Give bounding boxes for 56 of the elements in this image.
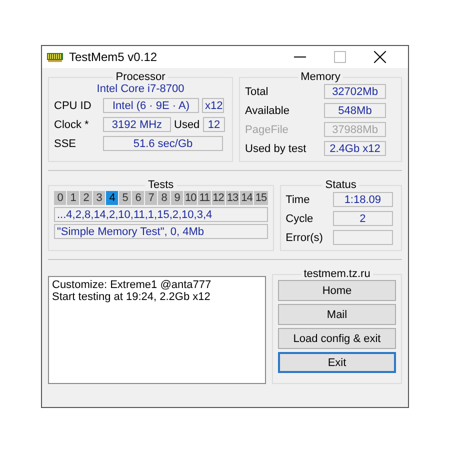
test-cell: 14 — [240, 191, 254, 205]
window-title: TestMem5 v0.12 — [69, 50, 158, 64]
clock-field: 3192 MHz — [103, 117, 171, 132]
close-icon[interactable] — [374, 51, 386, 63]
group-title: Processor — [114, 71, 166, 83]
test-cell: 6 — [132, 191, 144, 205]
field-label: Cycle — [286, 212, 314, 224]
status-field: 1:18.09 — [332, 192, 393, 207]
log-line: Start testing at 19:24, 2.2Gb x12 — [52, 291, 212, 303]
field-label: Available — [245, 104, 290, 116]
test-cell: 9 — [171, 191, 183, 205]
memory-field: 2.4Gb x12 — [324, 141, 386, 156]
group-title: Status — [324, 179, 358, 191]
test-cell: 13 — [226, 191, 240, 205]
threads-field: x12 — [202, 98, 224, 113]
field-label: PageFile — [245, 124, 290, 136]
test-cell: 2 — [80, 191, 92, 205]
test-cell: 5 — [119, 191, 131, 205]
sse-field: 51.6 sec/Gb — [103, 136, 223, 151]
memory-field: 548Mb — [324, 103, 386, 118]
status-field: 2 — [332, 211, 393, 226]
field-label: Used by test — [245, 142, 308, 154]
log-line: Customize: Extreme1 @anta777 — [52, 279, 212, 291]
sequence-field: ...4,2,8,14,2,10,11,1,15,2,10,3,4 — [54, 207, 268, 222]
link-button[interactable]: Load config & exit — [278, 328, 396, 349]
test-cell: 0 — [54, 191, 66, 205]
cpu-id-field: Intel (6 · 9E · A) — [103, 98, 199, 113]
link-button[interactable]: Home — [278, 280, 396, 301]
field-label: Total — [245, 86, 270, 98]
cpu-name: Intel Core i7-8700 — [96, 83, 186, 95]
test-cell: 15 — [254, 191, 268, 205]
memory-chip-icon — [47, 51, 63, 63]
test-cell: 4 — [106, 191, 118, 205]
test-cell: 10 — [184, 191, 198, 205]
memory-field: 37988Mb — [324, 122, 386, 137]
test-cell: 12 — [212, 191, 225, 205]
used-field: 12 — [203, 117, 225, 132]
test-cell: 1 — [67, 191, 79, 205]
field-label: Used — [174, 118, 200, 130]
field-label: Error(s) — [286, 232, 324, 244]
group-title: testmem.tz.ru — [302, 268, 372, 280]
group-title: Memory — [300, 71, 342, 83]
test-cell: 7 — [145, 191, 157, 205]
group-title: Tests — [146, 179, 175, 191]
field-label: Clock * — [54, 118, 90, 130]
field-label: SSE — [54, 138, 78, 150]
status-field — [332, 230, 393, 245]
link-button[interactable]: Mail — [278, 304, 396, 325]
current-test-field: "Simple Memory Test", 0, 4Mb — [54, 224, 268, 239]
memory-field: 32702Mb — [324, 84, 386, 99]
link-button[interactable]: Exit — [278, 352, 396, 373]
field-label: Time — [286, 194, 311, 206]
test-cell: 11 — [198, 191, 211, 205]
test-cell: 3 — [93, 191, 105, 205]
test-cell: 8 — [158, 191, 170, 205]
field-label: CPU ID — [54, 100, 92, 112]
